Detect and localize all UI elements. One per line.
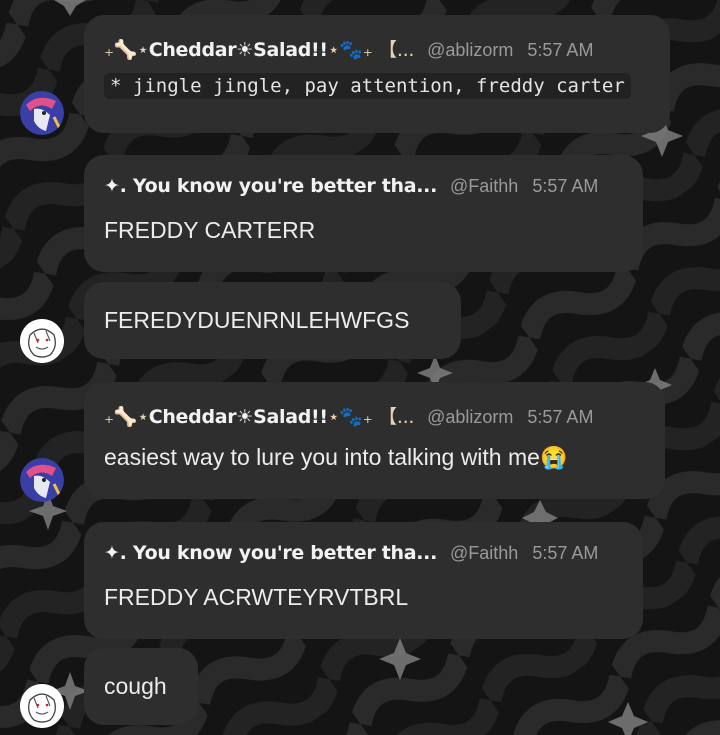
message-text: cough <box>104 673 167 699</box>
crying-face-emoji-icon[interactable]: 😭 <box>540 445 567 470</box>
message-header: ₊🦴⋆Cheddar☀Salad!!⋆🐾₊ 【... @ablizorm 5:5… <box>104 402 645 432</box>
author-handle[interactable]: @ablizorm <box>427 407 513 428</box>
avatar-faithh[interactable] <box>20 684 64 728</box>
author-name-suffix: ⋆🐾₊ 【... <box>327 406 415 428</box>
author-name: . You know you're better tha... <box>119 542 438 564</box>
author-name-prefix: ₊🦴⋆ <box>104 406 149 428</box>
message-timestamp[interactable]: 5:57 AM <box>527 407 593 428</box>
author-handle[interactable]: @ablizorm <box>427 40 513 61</box>
message-bubble[interactable]: FEREDYDUENRNLEHWFGS <box>84 282 461 359</box>
message-bubble[interactable]: ₊🦴⋆Cheddar☀Salad!!⋆🐾₊ 【... @ablizorm 5:5… <box>84 382 665 499</box>
message-header: ✦. You know you're better tha... @Faithh… <box>104 175 623 205</box>
sparkle-icon: ✦ <box>104 175 120 197</box>
avatar-faithh[interactable] <box>20 319 64 363</box>
white-sketch-avatar <box>20 684 64 728</box>
message-header: ₊🦴⋆Cheddar☀Salad!!⋆🐾₊ 【... @ablizorm 5:5… <box>104 35 650 65</box>
author-display-name[interactable]: ₊🦴⋆Cheddar☀Salad!!⋆🐾₊ 【... <box>104 402 414 429</box>
message-code-text: * jingle jingle, pay attention, freddy c… <box>104 73 631 99</box>
message-timestamp[interactable]: 5:57 AM <box>527 40 593 61</box>
message-bubble[interactable]: cough <box>84 648 198 725</box>
white-sketch-avatar <box>20 319 64 363</box>
message-header: ✦. You know you're better tha... @Faithh… <box>104 542 623 572</box>
author-name-prefix: ₊🦴⋆ <box>104 39 149 61</box>
message-timestamp[interactable]: 5:57 AM <box>532 176 598 197</box>
message-bubble[interactable]: ✦. You know you're better tha... @Faithh… <box>84 155 643 272</box>
message-text: FEREDYDUENRNLEHWFGS <box>104 307 410 333</box>
author-name: . You know you're better tha... <box>119 175 438 197</box>
author-name: Cheddar☀Salad!! <box>148 406 328 428</box>
message-bubble[interactable]: ✦. You know you're better tha... @Faithh… <box>84 522 643 639</box>
author-display-name[interactable]: ✦. You know you're better tha... <box>104 542 437 564</box>
author-name: Cheddar☀Salad!! <box>148 39 328 61</box>
author-display-name[interactable]: ₊🦴⋆Cheddar☀Salad!!⋆🐾₊ 【... <box>104 35 414 62</box>
sparkle-icon: ✦ <box>104 542 120 564</box>
pink-blue-drawing-avatar <box>20 91 64 135</box>
message-text: FREDDY CARTERR <box>104 217 316 243</box>
message-text: easiest way to lure you into talking wit… <box>104 444 540 470</box>
author-handle[interactable]: @Faithh <box>450 543 518 564</box>
message-text: FREDDY ACRWTEYRVTBRL <box>104 584 409 610</box>
avatar-ablizorm[interactable] <box>20 91 64 135</box>
avatar-ablizorm[interactable] <box>20 458 64 502</box>
author-handle[interactable]: @Faithh <box>450 176 518 197</box>
message-bubble[interactable]: ₊🦴⋆Cheddar☀Salad!!⋆🐾₊ 【... @ablizorm 5:5… <box>84 15 670 133</box>
author-display-name[interactable]: ✦. You know you're better tha... <box>104 175 437 197</box>
author-name-suffix: ⋆🐾₊ 【... <box>327 39 415 61</box>
message-text-row: easiest way to lure you into talking wit… <box>104 444 645 471</box>
pink-blue-drawing-avatar <box>20 458 64 502</box>
message-timestamp[interactable]: 5:57 AM <box>532 543 598 564</box>
